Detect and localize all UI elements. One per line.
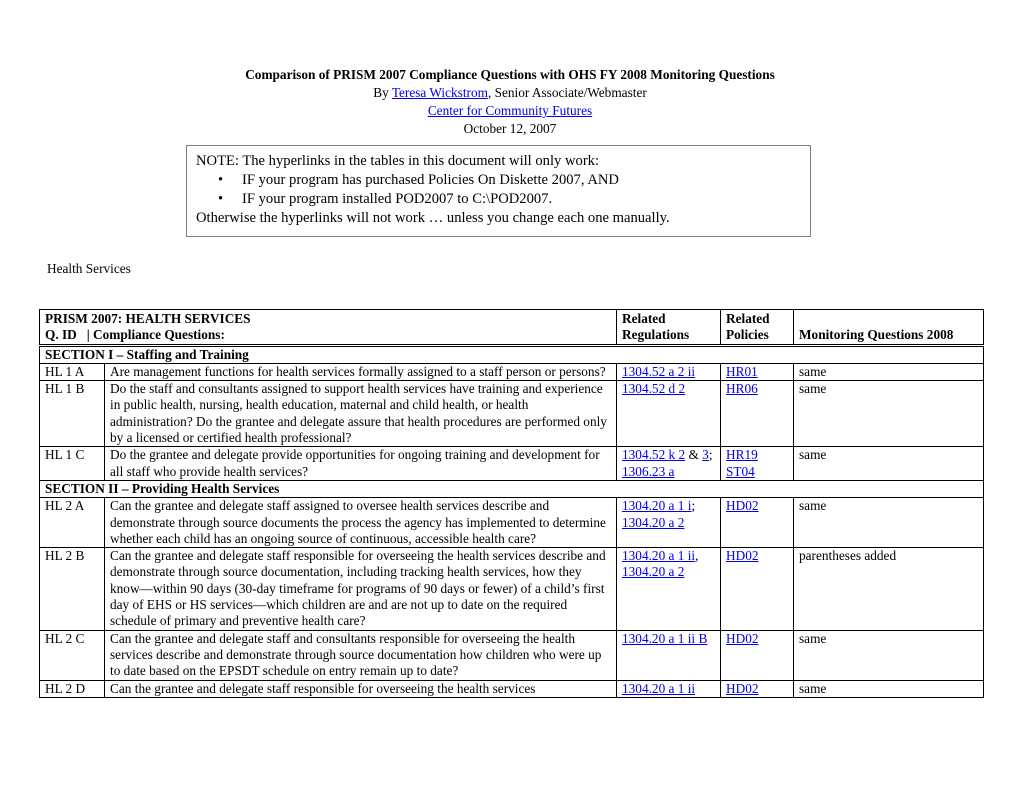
note-outro: Otherwise the hyperlinks will not work …… [196, 210, 670, 226]
header-title: PRISM 2007: HEALTH SERVICES [45, 311, 251, 326]
related-policies: HD02 [720, 497, 794, 549]
related-regulations: 1304.20 a 1 ii, 1304.20 a 2 [616, 547, 721, 631]
regulation-link[interactable]: 1304.20 a 2 [622, 515, 684, 530]
table-row: HL 1 C Do the grantee and delegate provid… [39, 446, 984, 481]
organization-link[interactable]: Center for Community Futures [428, 103, 592, 118]
note-bullet-list: • IF your program has purchased Policies … [196, 171, 810, 209]
document-title: Comparison of PRISM 2007 Compliance Ques… [245, 67, 775, 82]
regulation-link[interactable]: 1304.20 a 1 ii B [622, 631, 707, 646]
policy-link[interactable]: ST04 [726, 464, 755, 479]
header-monitoring: Monitoring Questions 2008 [793, 309, 984, 347]
question-id: HL 2 A [39, 497, 105, 549]
compliance-question: Can the grantee and delegate staff and c… [104, 629, 617, 681]
regulation-link[interactable]: 1304.20 a 1 i [622, 498, 691, 513]
table-row: HL 2 B Can the grantee and delegate staff… [39, 547, 984, 631]
policy-link[interactable]: HR19 [726, 447, 758, 462]
monitoring-question: same [793, 446, 984, 481]
compliance-question: Do the staff and consultants assigned to… [104, 380, 617, 448]
policy-link[interactable]: HD02 [726, 681, 759, 696]
policy-link[interactable]: HD02 [726, 498, 759, 513]
related-regulations: 1304.52 d 2 [616, 380, 721, 448]
compliance-question: Do the grantee and delegate provide oppo… [104, 446, 617, 481]
policy-link[interactable]: HR06 [726, 381, 758, 396]
bullet-icon: • [218, 191, 224, 207]
header-subtitle: Q. ID | Compliance Questions: [45, 327, 225, 343]
question-id: HL 2 B [39, 547, 105, 631]
hyperlink-note-box: NOTE: The hyperlinks in the tables in th… [186, 145, 811, 237]
byline: By Teresa Wickstrom, Senior Associate/We… [0, 84, 1020, 102]
question-id: HL 2 C [39, 629, 105, 681]
related-policies: HR06 [720, 380, 794, 448]
regulation-separator: ; [708, 447, 713, 463]
policy-link[interactable]: HD02 [726, 548, 759, 563]
question-id: HL 1 A [39, 362, 105, 382]
compliance-question: Can the grantee and delegate staff respo… [104, 547, 617, 631]
policy-link[interactable]: HD02 [726, 631, 759, 646]
note-intro: NOTE: The hyperlinks in the tables in th… [196, 153, 600, 169]
related-regulations: 1304.20 a 1 i; 1304.20 a 2 [616, 497, 721, 549]
section-title: SECTION I – Staffing and Training [39, 344, 984, 364]
regulation-link[interactable]: 1304.20 a 1 ii [622, 548, 695, 563]
byline-suffix: , Senior Associate/Webmaster [487, 85, 647, 100]
regulation-separator: , [695, 548, 699, 564]
regulation-link[interactable]: 1306.23 a [622, 464, 674, 479]
monitoring-question: same [793, 362, 984, 382]
monitoring-question: same [793, 629, 984, 681]
related-regulations: 1304.52 a 2 ii [616, 362, 721, 382]
section-title: SECTION II – Providing Health Services [39, 479, 984, 499]
byline-prefix: By [373, 85, 392, 100]
compliance-question: Can the grantee and delegate staff respo… [104, 679, 617, 698]
header-regulations: Related Regulations [616, 309, 721, 347]
related-policies: HD02 [720, 679, 794, 698]
table-row: HL 2 D Can the grantee and delegate staff… [39, 679, 984, 698]
table-row: HL 2 C Can the grantee and delegate staff… [39, 629, 984, 681]
header-policies: Related Policies [720, 309, 794, 347]
policy-link[interactable]: HR01 [726, 364, 758, 379]
table-header-row: PRISM 2007: HEALTH SERVICES Q. ID | Comp… [39, 309, 984, 347]
regulation-link[interactable]: 3 [702, 447, 709, 462]
header-questions-cell: PRISM 2007: HEALTH SERVICES Q. ID | Comp… [39, 309, 617, 347]
compliance-table: PRISM 2007: HEALTH SERVICES Q. ID | Comp… [39, 309, 984, 698]
monitoring-question: same [793, 497, 984, 549]
related-policies: HD02 [720, 547, 794, 631]
document-date: October 12, 2007 [463, 121, 557, 136]
note-bullet: • IF your program installed POD2007 to C:… [218, 191, 553, 207]
related-policies: HR01 [720, 362, 794, 382]
related-regulations: 1304.52 k 2 & 3; 1306.23 a [616, 446, 721, 481]
bullet-icon: • [218, 172, 224, 188]
table-row: HL 1 B Do the staff and consultants assig… [39, 380, 984, 448]
monitoring-question: same [793, 679, 984, 698]
section-heading: Health Services [47, 261, 131, 276]
question-id: HL 1 C [39, 446, 105, 481]
regulation-link[interactable]: 1304.52 a 2 ii [622, 364, 695, 379]
note-bullet: • IF your program has purchased Policies … [218, 172, 619, 188]
question-id: HL 2 D [39, 679, 105, 698]
author-link[interactable]: Teresa Wickstrom [392, 85, 488, 100]
related-regulations: 1304.20 a 1 ii B [616, 629, 721, 681]
regulation-separator: & [685, 447, 703, 463]
compliance-question: Can the grantee and delegate staff assig… [104, 497, 617, 549]
section-row: SECTION II – Providing Health Services [39, 479, 984, 499]
regulation-link[interactable]: 1304.52 k 2 [622, 447, 685, 462]
question-id: HL 1 B [39, 380, 105, 448]
regulation-link[interactable]: 1304.20 a 2 [622, 564, 684, 579]
related-policies: HD02 [720, 629, 794, 681]
regulation-separator: ; [691, 498, 696, 514]
table-row: HL 2 A Can the grantee and delegate staff… [39, 497, 984, 549]
monitoring-question: parentheses added [793, 547, 984, 631]
regulation-link[interactable]: 1304.52 d 2 [622, 381, 685, 396]
related-policies: HR19 ST04 [720, 446, 794, 481]
regulation-link[interactable]: 1304.20 a 1 ii [622, 681, 695, 696]
section-row: SECTION I – Staffing and Training [39, 344, 984, 364]
table-row: HL 1 A Are management functions for healt… [39, 362, 984, 382]
document-header: Comparison of PRISM 2007 Compliance Ques… [0, 66, 1020, 138]
monitoring-question: same [793, 380, 984, 448]
compliance-question: Are management functions for health serv… [104, 362, 617, 382]
related-regulations: 1304.20 a 1 ii [616, 679, 721, 698]
